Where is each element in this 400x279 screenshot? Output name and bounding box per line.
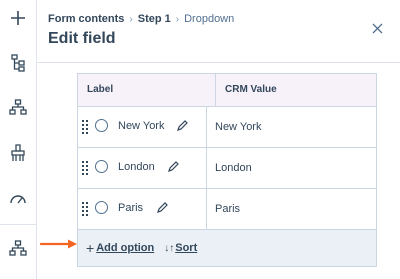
pencil-icon[interactable]	[156, 202, 168, 214]
sort-button[interactable]: ↓↑ Sort	[164, 242, 197, 254]
options-table: Label CRM Value New York New York London…	[77, 73, 377, 267]
add-option-button[interactable]: + Add option	[86, 240, 154, 256]
option-crm-value: London	[215, 162, 252, 174]
gauge-icon[interactable]	[6, 186, 30, 210]
breadcrumb-separator: ›	[129, 13, 133, 25]
sort-icon: ↓↑	[164, 242, 175, 254]
page-title: Edit field	[48, 30, 116, 47]
breadcrumb-form-contents[interactable]: Form contents	[48, 13, 124, 25]
option-crm-value: Paris	[215, 203, 241, 215]
drag-handle-icon[interactable]	[82, 120, 88, 134]
column-header-crm-value: CRM Value	[225, 84, 277, 95]
left-rail	[0, 0, 37, 279]
pencil-icon[interactable]	[167, 161, 179, 173]
brush-icon[interactable]	[6, 141, 30, 165]
add-option-label: Add option	[96, 242, 155, 254]
breadcrumb-current: Dropdown	[184, 13, 235, 25]
table-header: Label CRM Value	[78, 74, 376, 107]
rail-separator	[0, 224, 36, 225]
plus-icon: +	[86, 240, 95, 256]
option-label: New York	[118, 120, 165, 132]
table-row: Paris Paris	[78, 189, 376, 230]
table-footer: + Add option ↓↑ Sort	[78, 230, 376, 266]
table-row: New York New York	[78, 107, 376, 148]
option-label-cell: London	[78, 148, 207, 188]
drag-handle-icon[interactable]	[82, 161, 88, 175]
sitemap-icon[interactable]	[6, 95, 30, 119]
option-label-cell: New York	[78, 107, 207, 147]
sort-label: Sort	[175, 242, 198, 254]
option-label-cell: Paris	[78, 189, 207, 229]
radio-button[interactable]	[95, 119, 108, 132]
column-header-label: Label	[78, 74, 216, 106]
tree-icon[interactable]	[6, 51, 30, 75]
org-chart-icon[interactable]	[6, 236, 30, 260]
breadcrumb-step[interactable]: Step 1	[138, 13, 171, 25]
radio-button[interactable]	[95, 201, 108, 214]
annotation-arrow-icon	[40, 239, 77, 249]
option-crm-value: New York	[215, 121, 262, 133]
close-icon[interactable]	[368, 19, 386, 37]
option-label: London	[118, 161, 155, 173]
pencil-icon[interactable]	[176, 120, 188, 132]
breadcrumb: Form contents › Step 1 › Dropdown	[48, 13, 234, 25]
header-divider	[37, 62, 400, 63]
option-label: Paris	[118, 202, 144, 214]
breadcrumb-separator: ›	[175, 13, 180, 25]
table-row: London London	[78, 148, 376, 189]
radio-button[interactable]	[95, 160, 108, 173]
plus-icon[interactable]	[6, 6, 30, 30]
drag-handle-icon[interactable]	[82, 202, 88, 216]
